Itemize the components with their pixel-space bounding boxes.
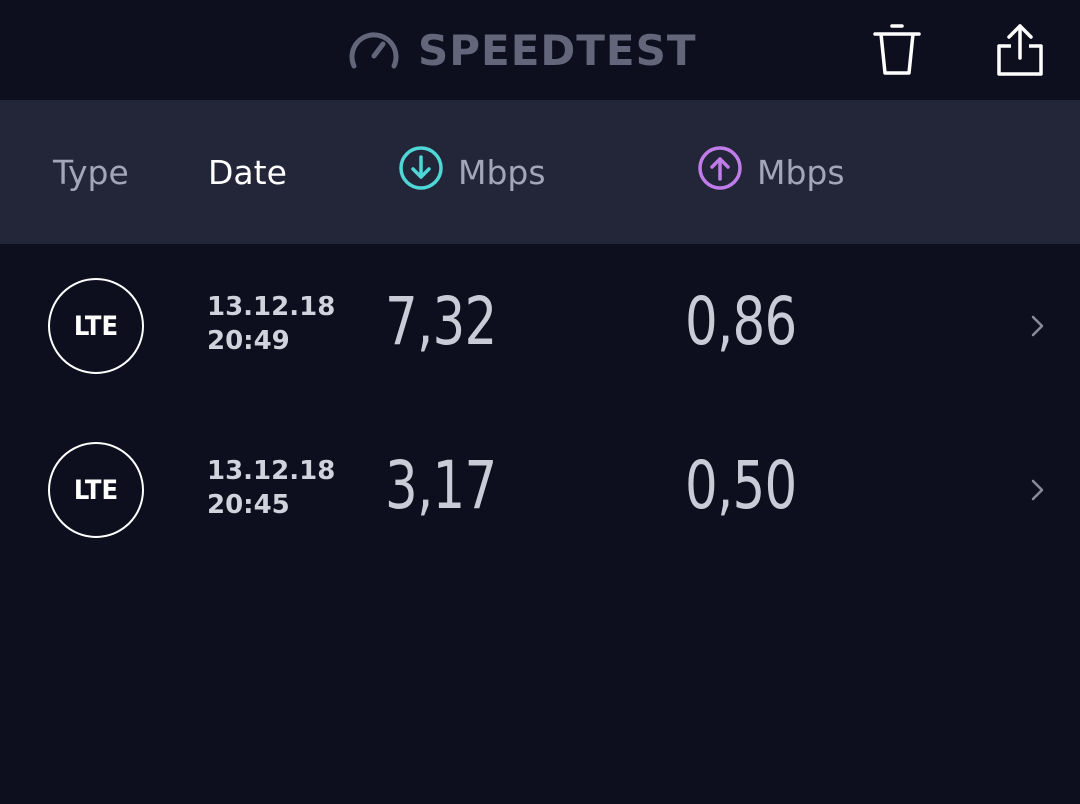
result-date: 13.12.18 <box>207 456 336 486</box>
speedometer-icon <box>348 28 400 72</box>
app-title: SPEEDTEST <box>418 25 697 75</box>
upload-speed-value: 0,86 <box>685 283 797 360</box>
share-icon <box>994 22 1046 82</box>
result-datetime: 13.12.18 20:49 <box>207 290 335 358</box>
upload-speed-value: 0,50 <box>685 447 797 524</box>
brand-logo: SPEEDTEST <box>348 22 697 78</box>
trash-icon <box>872 23 922 81</box>
column-header-date[interactable]: Date <box>208 100 287 244</box>
result-row[interactable]: LTE 13.12.18 20:49 7,32 0,86 <box>0 244 1080 408</box>
results-table-header: Type Date Mbps Mbps <box>0 100 1080 244</box>
download-speed-value: 7,32 <box>385 283 497 360</box>
top-bar: SPEEDTEST <box>0 0 1080 100</box>
connection-type-badge: LTE <box>48 278 144 374</box>
download-unit-label: Mbps <box>458 152 546 192</box>
chevron-right-icon <box>1028 478 1048 502</box>
upload-unit-label: Mbps <box>757 152 845 192</box>
speedtest-results-screen: SPEEDTEST Type Date Mbps Mbps LTE 13.12.… <box>0 0 1080 804</box>
column-header-type[interactable]: Type <box>53 100 129 244</box>
download-speed-value: 3,17 <box>385 447 497 524</box>
result-datetime: 13.12.18 20:45 <box>207 454 335 522</box>
column-header-download[interactable]: Mbps <box>398 100 546 244</box>
upload-arrow-icon <box>697 145 743 199</box>
result-row[interactable]: LTE 13.12.18 20:45 3,17 0,50 <box>0 408 1080 572</box>
column-header-upload[interactable]: Mbps <box>697 100 845 244</box>
connection-type-badge: LTE <box>48 442 144 538</box>
result-time: 20:49 <box>207 326 290 356</box>
chevron-right-icon <box>1028 314 1048 338</box>
share-button[interactable] <box>990 20 1050 84</box>
delete-button[interactable] <box>867 20 927 84</box>
result-time: 20:45 <box>207 490 290 520</box>
download-arrow-icon <box>398 145 444 199</box>
result-date: 13.12.18 <box>207 292 336 322</box>
